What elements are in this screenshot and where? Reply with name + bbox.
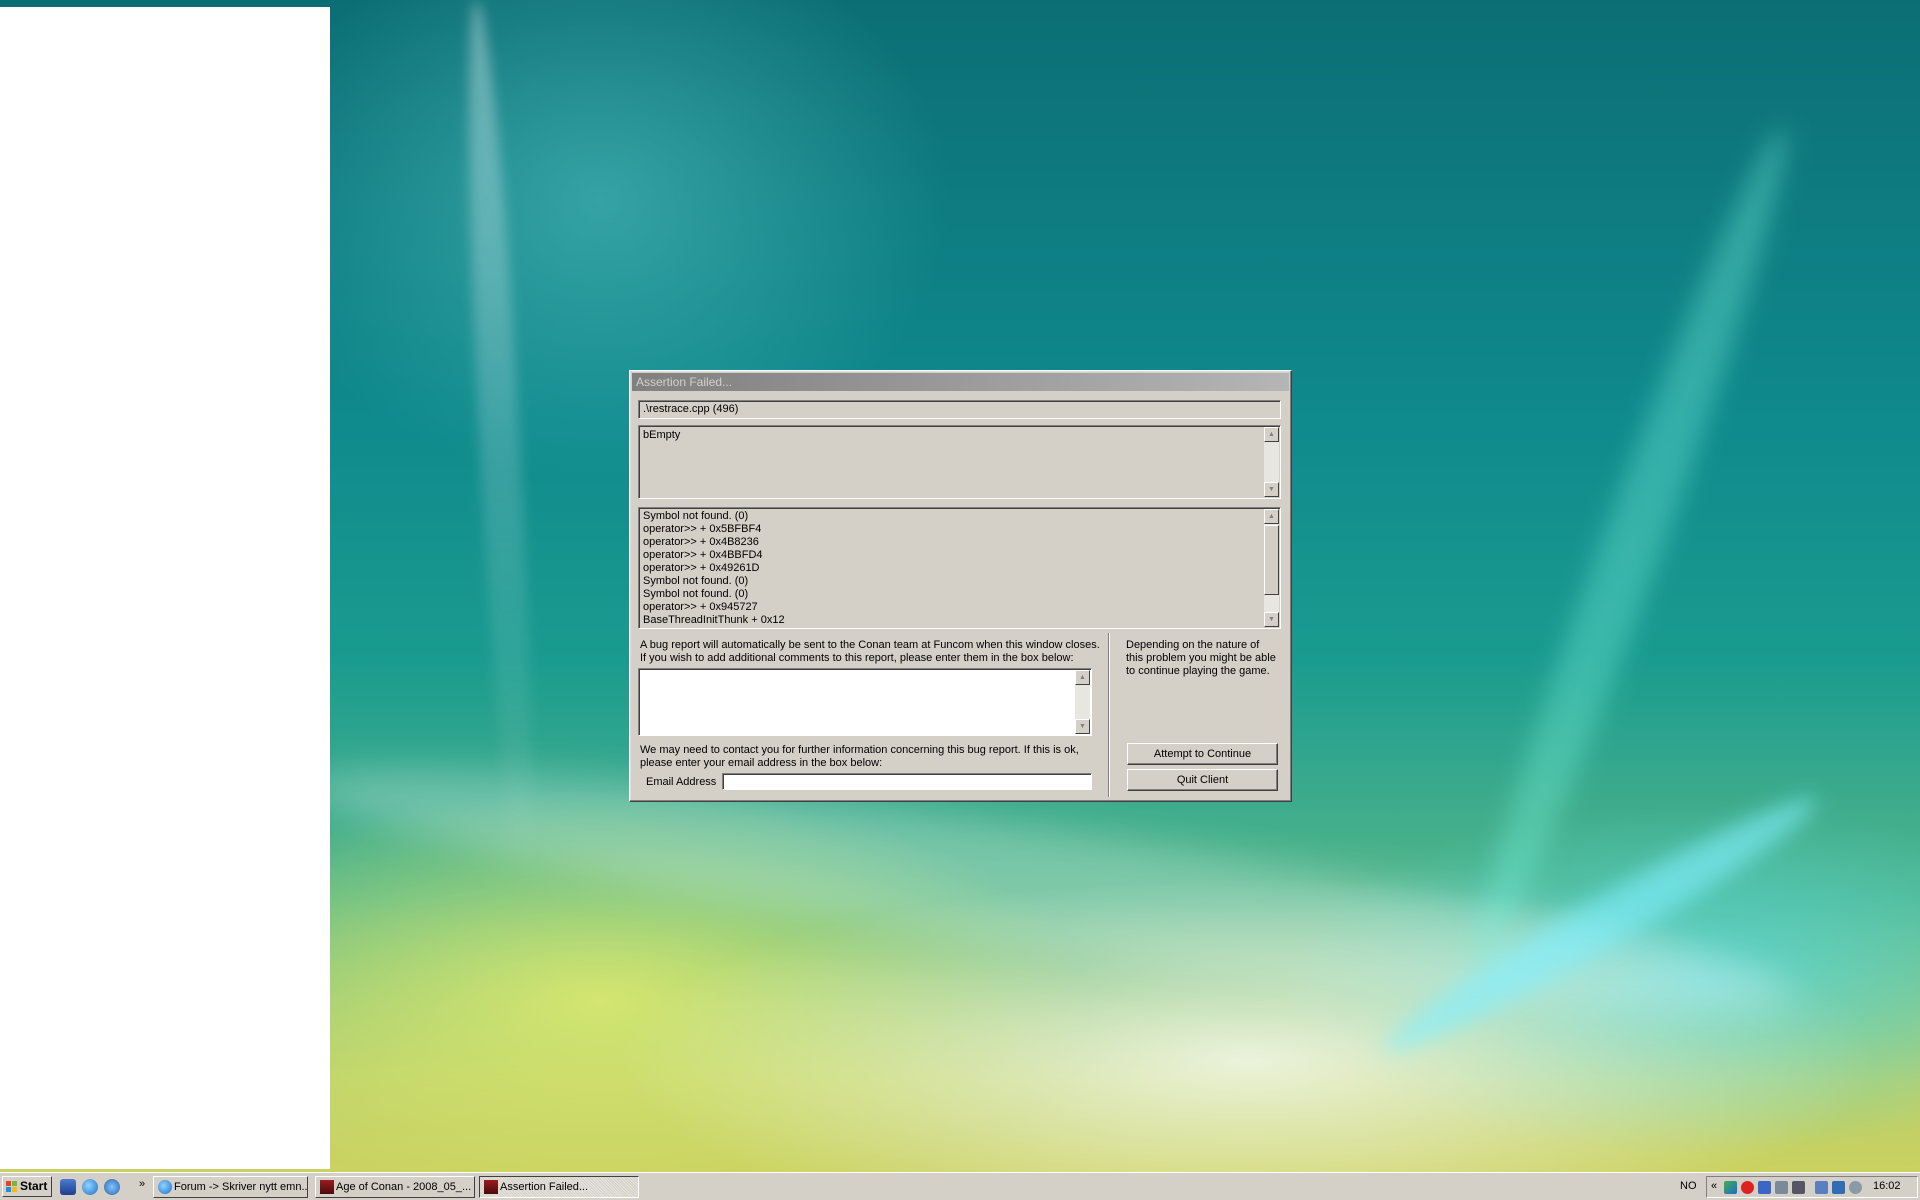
expression-box[interactable]: bEmpty ▲ ▼ — [638, 425, 1281, 499]
quit-client-button[interactable]: Quit Client — [1127, 769, 1278, 791]
expression-text: bEmpty — [643, 429, 681, 441]
volume-icon[interactable] — [1849, 1181, 1862, 1194]
stack-trace-line: Symbol not found. (0) — [643, 510, 749, 522]
stack-trace-line: operator>> + 0x5BFBF4 — [643, 523, 762, 535]
tray-app-icon[interactable] — [1758, 1181, 1771, 1194]
comments-textarea[interactable]: ▲ ▼ — [638, 668, 1092, 736]
bug-report-info: If you wish to add additional comments t… — [640, 652, 1074, 664]
dialog-title[interactable]: Assertion Failed... — [632, 373, 1289, 391]
stack-trace-line: operator>> + 0x49261D — [643, 562, 760, 574]
tray-app-icon[interactable] — [1775, 1181, 1788, 1194]
stack-trace-line: operator>> + 0x4BBFD4 — [643, 549, 763, 561]
stack-trace-box[interactable]: Symbol not found. (0) operator>> + 0x5BF… — [638, 507, 1281, 629]
file-line-text: .\restrace.cpp (496) — [643, 403, 739, 415]
stack-trace-line: Symbol not found. (0) — [643, 575, 749, 587]
dialog-divider — [1108, 633, 1110, 797]
continue-info: Depending on the nature of — [1126, 639, 1260, 651]
attempt-to-continue-button[interactable]: Attempt to Continue — [1127, 743, 1278, 765]
security-alert-icon[interactable] — [1741, 1181, 1754, 1194]
scroll-down-icon[interactable]: ▼ — [1264, 482, 1279, 497]
scroll-up-icon[interactable]: ▲ — [1075, 670, 1090, 685]
stack-trace-line: operator>> + 0x945727 — [643, 601, 758, 613]
age-of-conan-icon — [484, 1180, 498, 1194]
tray-app-icon[interactable] — [1815, 1181, 1828, 1194]
task-button-assertion-failed[interactable]: Assertion Failed... — [479, 1176, 639, 1198]
scroll-up-icon[interactable]: ▲ — [1264, 427, 1279, 442]
expression-scrollbar[interactable]: ▲ ▼ — [1264, 427, 1279, 497]
task-label: Forum -> Skriver nytt emn... — [174, 1181, 308, 1193]
comments-scrollbar[interactable]: ▲ ▼ — [1075, 670, 1090, 734]
wallpaper-streak — [1447, 116, 1813, 984]
bug-report-info: A bug report will automatically be sent … — [640, 639, 1100, 651]
continue-info: this problem you might be able — [1126, 652, 1276, 664]
age-of-conan-icon — [320, 1180, 334, 1194]
clock[interactable]: 16:02 — [1873, 1180, 1901, 1192]
language-indicator[interactable]: NO — [1680, 1180, 1697, 1192]
ie-icon[interactable] — [82, 1179, 98, 1195]
tray-expand-chevron[interactable]: « — [1711, 1180, 1717, 1192]
email-field[interactable] — [722, 773, 1092, 790]
network-icon[interactable] — [1724, 1181, 1737, 1194]
scroll-thumb[interactable] — [1264, 525, 1279, 595]
taskbar: Start » Forum -> Skriver nytt emn... Age… — [0, 1172, 1920, 1200]
scroll-down-icon[interactable]: ▼ — [1075, 719, 1090, 734]
task-label: Assertion Failed... — [500, 1181, 589, 1193]
scroll-up-icon[interactable]: ▲ — [1264, 509, 1279, 524]
network-connection-icon[interactable] — [1832, 1181, 1845, 1194]
stack-trace-list: Symbol not found. (0) operator>> + 0x5BF… — [643, 510, 785, 627]
monitor-icon[interactable] — [1792, 1181, 1805, 1194]
quicklaunch-chevron[interactable]: » — [139, 1178, 145, 1190]
assertion-dialog: Assertion Failed... .\restrace.cpp (496)… — [629, 370, 1292, 802]
white-panel — [0, 7, 330, 1169]
ie-icon — [158, 1180, 172, 1194]
task-button-age-of-conan[interactable]: Age of Conan - 2008_05_... — [315, 1176, 475, 1198]
file-line-field: .\restrace.cpp (496) — [638, 400, 1281, 419]
start-label: Start — [20, 1179, 48, 1193]
contact-info: please enter your email address in the b… — [640, 757, 883, 769]
task-label: Age of Conan - 2008_05_... — [336, 1181, 472, 1193]
start-button[interactable]: Start — [2, 1176, 52, 1197]
stack-trace-scrollbar[interactable]: ▲ ▼ — [1264, 509, 1279, 627]
contact-info: We may need to contact you for further i… — [640, 744, 1079, 756]
task-button-forum[interactable]: Forum -> Skriver nytt emn... — [153, 1176, 308, 1198]
quicklaunch-app-icon[interactable] — [104, 1179, 120, 1195]
email-label: Email Address — [646, 776, 717, 788]
wallpaper-streak — [1370, 778, 1830, 1072]
system-tray: « 16:02 — [1706, 1176, 1918, 1198]
stack-trace-line: BaseThreadInitThunk + 0x12 — [643, 614, 785, 626]
stack-trace-line: Symbol not found. (0) — [643, 588, 749, 600]
stack-trace-line: operator>> + 0x4B8236 — [643, 536, 759, 548]
windows-logo-icon — [6, 1181, 18, 1192]
show-desktop-icon[interactable] — [60, 1179, 76, 1195]
continue-info: to continue playing the game. — [1126, 665, 1270, 677]
wallpaper-streak — [456, 0, 544, 901]
scroll-down-icon[interactable]: ▼ — [1264, 612, 1279, 627]
